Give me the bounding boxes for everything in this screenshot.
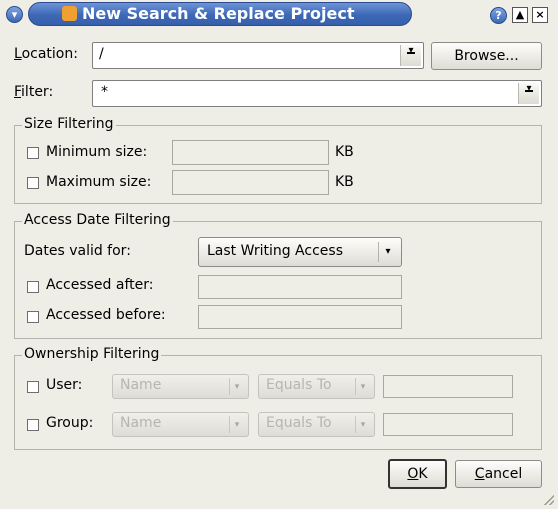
- group-name-combo[interactable]: Name ▾: [112, 412, 249, 437]
- max-size-label: Maximum size:: [46, 174, 152, 190]
- filter-value: *: [101, 84, 108, 100]
- cancel-button[interactable]: Cancel: [455, 460, 542, 488]
- accessed-after-label: Accessed after:: [46, 277, 154, 293]
- group-op-combo[interactable]: Equals To ▾: [258, 412, 375, 437]
- dropdown-arrow-icon: ▾: [355, 416, 370, 433]
- dropdown-arrow-icon[interactable]: ▾: [518, 83, 539, 104]
- window-title: New Search & Replace Project: [82, 4, 355, 23]
- shade-button[interactable]: ▲: [512, 7, 528, 23]
- window-menu-button[interactable]: ▾: [6, 6, 23, 23]
- user-name-placeholder: Name: [120, 377, 162, 393]
- accessed-after-field[interactable]: [198, 275, 402, 299]
- dropdown-arrow-icon: ▾: [229, 416, 244, 433]
- group-checkbox[interactable]: [27, 419, 39, 431]
- min-size-field[interactable]: [172, 140, 329, 165]
- group-op-value: Equals To: [266, 415, 332, 431]
- access-date-title: Access Date Filtering: [22, 212, 173, 228]
- app-icon: [62, 6, 77, 21]
- user-checkbox[interactable]: [27, 381, 39, 393]
- min-size-label: Minimum size:: [46, 144, 148, 160]
- help-icon: ?: [495, 9, 502, 22]
- accessed-before-checkbox[interactable]: [27, 311, 39, 323]
- dropdown-arrow-icon: ▾: [355, 378, 370, 395]
- group-name-placeholder: Name: [120, 415, 162, 431]
- help-button[interactable]: ?: [490, 7, 507, 24]
- user-label: User:: [46, 377, 83, 393]
- max-size-field[interactable]: [172, 170, 329, 195]
- size-filtering-title: Size Filtering: [22, 116, 116, 132]
- location-combo[interactable]: / ▾: [92, 42, 424, 69]
- dates-valid-value: Last Writing Access: [207, 243, 343, 259]
- min-size-checkbox[interactable]: [27, 147, 39, 159]
- location-value: /: [99, 46, 104, 62]
- filter-combo[interactable]: * ▾: [92, 80, 542, 107]
- location-label: Location:: [14, 46, 78, 62]
- filter-label: Filter:: [14, 84, 54, 100]
- dropdown-arrow-icon: ▾: [229, 378, 244, 395]
- max-size-checkbox[interactable]: [27, 177, 39, 189]
- user-op-combo[interactable]: Equals To ▾: [258, 374, 375, 399]
- max-size-unit: KB: [335, 174, 354, 190]
- accessed-after-checkbox[interactable]: [27, 281, 39, 293]
- user-value-field[interactable]: [383, 375, 513, 398]
- chevron-down-icon: ▾: [11, 8, 18, 21]
- ok-button[interactable]: OK: [388, 459, 447, 489]
- user-name-combo[interactable]: Name ▾: [112, 374, 249, 399]
- accessed-before-field[interactable]: [198, 305, 402, 329]
- dropdown-arrow-icon: ▾: [378, 242, 397, 262]
- shade-icon: ▲: [515, 8, 525, 21]
- dates-valid-label: Dates valid for:: [24, 243, 131, 259]
- dates-valid-combo[interactable]: Last Writing Access ▾: [198, 237, 402, 267]
- group-value-field[interactable]: [383, 413, 513, 436]
- browse-button[interactable]: Browse...: [431, 42, 542, 70]
- min-size-unit: KB: [335, 144, 354, 160]
- user-op-value: Equals To: [266, 377, 332, 393]
- dropdown-arrow-icon[interactable]: ▾: [400, 45, 421, 66]
- resize-grip-icon[interactable]: [544, 495, 554, 505]
- close-button[interactable]: ×: [532, 7, 548, 23]
- accessed-before-label: Accessed before:: [46, 307, 166, 323]
- group-label: Group:: [46, 415, 94, 431]
- close-icon: ×: [535, 8, 545, 21]
- ownership-title: Ownership Filtering: [22, 346, 162, 362]
